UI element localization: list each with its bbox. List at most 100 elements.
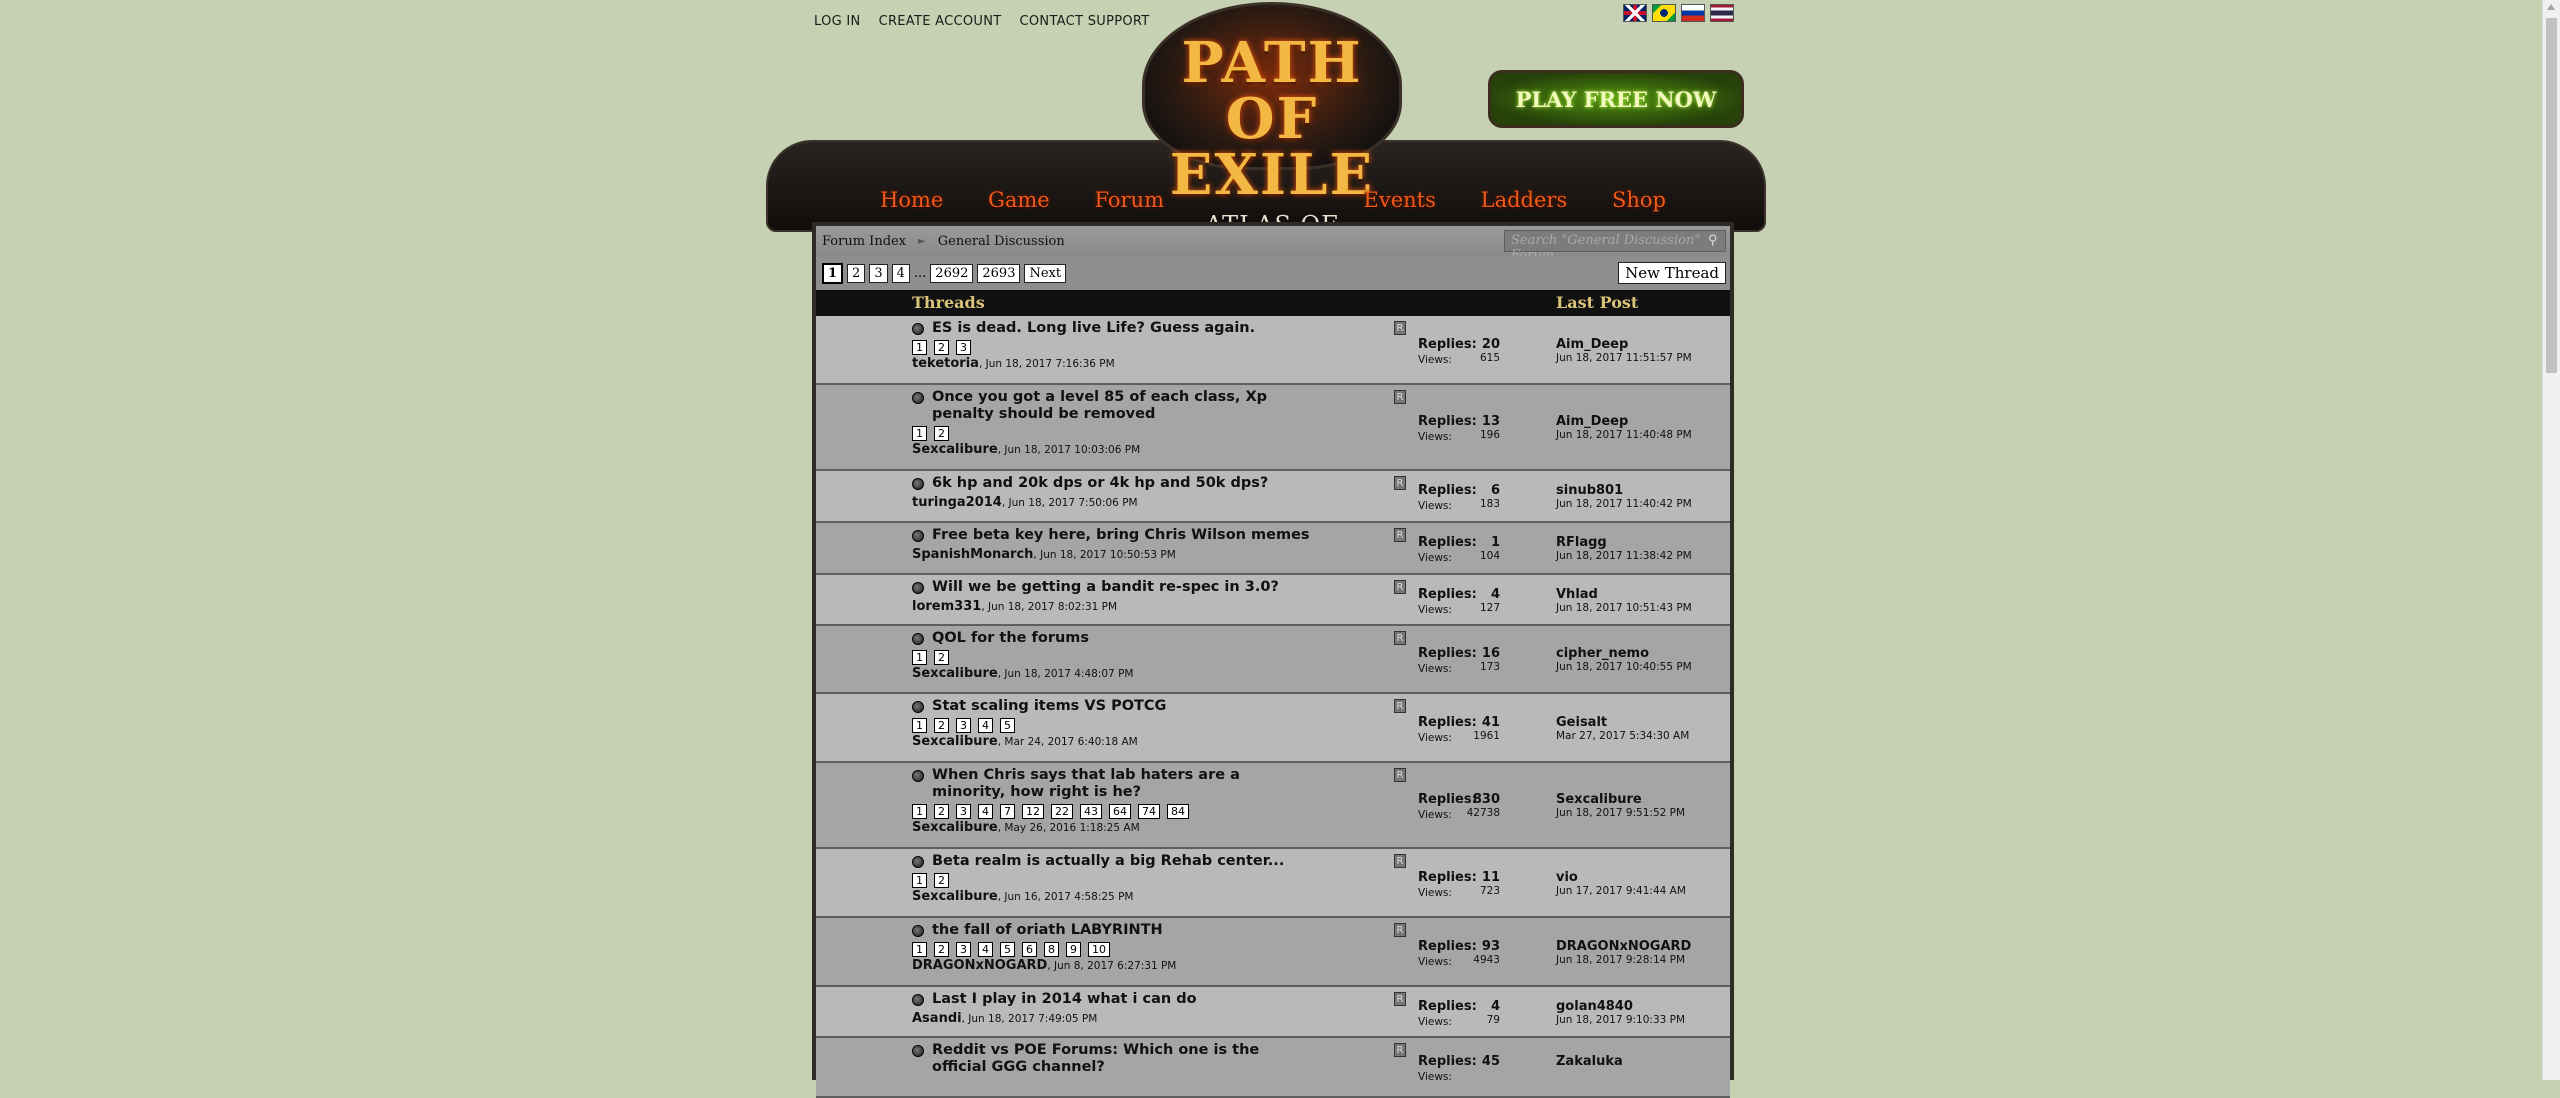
thread-author-link[interactable]: lorem331 bbox=[912, 599, 981, 614]
thread-page-link[interactable]: 1 bbox=[912, 340, 927, 355]
play-free-now-button[interactable]: PLAY FREE NOW bbox=[1488, 70, 1744, 128]
thread-page-link[interactable]: 2 bbox=[934, 804, 949, 819]
create-account-link[interactable]: CREATE ACCOUNT bbox=[879, 14, 1002, 29]
last-post-date[interactable]: Mar 27, 2017 5:34:30 AM bbox=[1556, 730, 1689, 742]
thread-page-link[interactable]: 84 bbox=[1167, 804, 1189, 819]
thread-page-link[interactable]: 7 bbox=[1000, 804, 1015, 819]
page-2693[interactable]: 2693 bbox=[977, 263, 1021, 283]
last-post-user-link[interactable]: golan4840 bbox=[1556, 999, 1633, 1014]
thread-page-link[interactable]: 4 bbox=[978, 942, 993, 957]
breadcrumb-current[interactable]: General Discussion bbox=[938, 234, 1065, 249]
thread-page-link[interactable]: 2 bbox=[934, 942, 949, 957]
thread-page-link[interactable]: 2 bbox=[934, 718, 949, 733]
page-4[interactable]: 4 bbox=[891, 263, 910, 283]
thread-page-link[interactable]: 3 bbox=[956, 340, 971, 355]
thread-page-link[interactable]: 10 bbox=[1088, 942, 1110, 957]
last-post-date[interactable]: Jun 18, 2017 10:40:55 PM bbox=[1556, 661, 1692, 673]
page-2[interactable]: 2 bbox=[847, 263, 866, 283]
vertical-scrollbar[interactable] bbox=[2542, 0, 2560, 1080]
page-1[interactable]: 1 bbox=[822, 262, 844, 284]
thread-page-link[interactable]: 4 bbox=[978, 718, 993, 733]
thread-author-link[interactable]: SpanishMonarch bbox=[912, 547, 1033, 562]
last-post-user-link[interactable]: cipher_nemo bbox=[1556, 646, 1649, 661]
new-thread-button[interactable]: New Thread bbox=[1618, 262, 1726, 284]
report-button[interactable]: R bbox=[1394, 992, 1406, 1006]
thread-title-link[interactable]: 6k hp and 20k dps or 4k hp and 50k dps? bbox=[932, 475, 1312, 492]
last-post-date[interactable]: Jun 18, 2017 11:38:42 PM bbox=[1556, 550, 1692, 562]
nav-home[interactable]: Home bbox=[880, 188, 943, 212]
last-post-date[interactable]: Jun 18, 2017 11:51:57 PM bbox=[1556, 352, 1692, 364]
thread-author-link[interactable]: Sexcalibure bbox=[912, 666, 998, 681]
thread-page-link[interactable]: 74 bbox=[1138, 804, 1160, 819]
thailand-flag-icon[interactable] bbox=[1710, 4, 1734, 22]
game-logo[interactable]: PATH OF EXILE ATLAS OF WORLDS bbox=[1142, 2, 1402, 267]
thread-page-link[interactable]: 1 bbox=[912, 426, 927, 441]
last-post-date[interactable]: Jun 17, 2017 9:41:44 AM bbox=[1556, 885, 1686, 897]
thread-page-link[interactable]: 2 bbox=[934, 426, 949, 441]
last-post-user-link[interactable]: DRAGONxNOGARD bbox=[1556, 939, 1691, 954]
last-post-user-link[interactable]: RFlagg bbox=[1556, 535, 1607, 550]
brazil-flag-icon[interactable] bbox=[1652, 4, 1676, 22]
thread-page-link[interactable]: 64 bbox=[1109, 804, 1131, 819]
thread-page-link[interactable]: 6 bbox=[1022, 942, 1037, 957]
nav-ladders[interactable]: Ladders bbox=[1481, 188, 1568, 212]
thread-title-link[interactable]: Last I play in 2014 what i can do bbox=[932, 991, 1312, 1008]
last-post-user-link[interactable]: Vhlad bbox=[1556, 587, 1598, 602]
last-post-user-link[interactable]: Aim_Deep bbox=[1556, 337, 1628, 352]
thread-page-link[interactable]: 1 bbox=[912, 804, 927, 819]
thread-title-link[interactable]: When Chris says that lab haters are a mi… bbox=[932, 767, 1312, 801]
last-post-date[interactable]: Jun 18, 2017 9:28:14 PM bbox=[1556, 954, 1691, 966]
thread-author-link[interactable]: Sexcalibure bbox=[912, 889, 998, 904]
breadcrumb-forum-index[interactable]: Forum Index bbox=[822, 234, 906, 249]
page-3[interactable]: 3 bbox=[869, 263, 888, 283]
thread-author-link[interactable]: Asandi bbox=[912, 1011, 962, 1026]
next-page-button[interactable]: Next bbox=[1024, 263, 1067, 283]
report-button[interactable]: R bbox=[1394, 854, 1406, 868]
thread-page-link[interactable]: 22 bbox=[1051, 804, 1073, 819]
thread-title-link[interactable]: ES is dead. Long live Life? Guess again. bbox=[932, 320, 1312, 337]
thread-page-link[interactable]: 3 bbox=[956, 942, 971, 957]
thread-page-link[interactable]: 2 bbox=[934, 650, 949, 665]
report-button[interactable]: R bbox=[1394, 1043, 1406, 1057]
thread-page-link[interactable]: 5 bbox=[1000, 942, 1015, 957]
thread-page-link[interactable]: 5 bbox=[1000, 718, 1015, 733]
last-post-user-link[interactable]: Zakaluka bbox=[1556, 1054, 1623, 1069]
thread-page-link[interactable]: 1 bbox=[912, 718, 927, 733]
report-button[interactable]: R bbox=[1394, 699, 1406, 713]
report-button[interactable]: R bbox=[1394, 580, 1406, 594]
report-button[interactable]: R bbox=[1394, 476, 1406, 490]
thread-title-link[interactable]: Free beta key here, bring Chris Wilson m… bbox=[932, 527, 1312, 544]
thread-page-link[interactable]: 1 bbox=[912, 873, 927, 888]
thread-title-link[interactable]: Reddit vs POE Forums: Which one is the o… bbox=[932, 1042, 1312, 1076]
report-button[interactable]: R bbox=[1394, 390, 1406, 404]
report-button[interactable]: R bbox=[1394, 321, 1406, 335]
thread-title-link[interactable]: Will we be getting a bandit re-spec in 3… bbox=[932, 579, 1312, 596]
last-post-date[interactable]: Jun 18, 2017 9:51:52 PM bbox=[1556, 807, 1685, 819]
scroll-up-arrow-icon[interactable] bbox=[2547, 4, 2555, 10]
last-post-date[interactable]: Jun 18, 2017 10:51:43 PM bbox=[1556, 602, 1692, 614]
contact-support-link[interactable]: CONTACT SUPPORT bbox=[1020, 14, 1150, 29]
report-button[interactable]: R bbox=[1394, 768, 1406, 782]
nav-forum[interactable]: Forum bbox=[1094, 188, 1164, 212]
thread-page-link[interactable]: 4 bbox=[978, 804, 993, 819]
last-post-date[interactable]: Jun 18, 2017 11:40:48 PM bbox=[1556, 429, 1692, 441]
thread-page-link[interactable]: 12 bbox=[1022, 804, 1044, 819]
last-post-date[interactable]: Jun 18, 2017 11:40:42 PM bbox=[1556, 498, 1692, 510]
last-post-user-link[interactable]: vio bbox=[1556, 870, 1578, 885]
search-icon[interactable]: ⚲ bbox=[1708, 233, 1722, 248]
last-post-user-link[interactable]: Geisalt bbox=[1556, 715, 1607, 730]
report-button[interactable]: R bbox=[1394, 631, 1406, 645]
thread-page-link[interactable]: 2 bbox=[934, 340, 949, 355]
thread-page-link[interactable]: 3 bbox=[956, 804, 971, 819]
thread-page-link[interactable]: 1 bbox=[912, 650, 927, 665]
last-post-user-link[interactable]: sinub801 bbox=[1556, 483, 1623, 498]
last-post-user-link[interactable]: Sexcalibure bbox=[1556, 792, 1642, 807]
thread-page-link[interactable]: 9 bbox=[1066, 942, 1081, 957]
report-button[interactable]: R bbox=[1394, 528, 1406, 542]
russia-flag-icon[interactable] bbox=[1681, 4, 1705, 22]
nav-game[interactable]: Game bbox=[988, 188, 1050, 212]
uk-flag-icon[interactable] bbox=[1623, 4, 1647, 22]
thread-title-link[interactable]: Beta realm is actually a big Rehab cente… bbox=[932, 853, 1312, 870]
report-button[interactable]: R bbox=[1394, 923, 1406, 937]
thread-author-link[interactable]: teketoria bbox=[912, 356, 979, 371]
